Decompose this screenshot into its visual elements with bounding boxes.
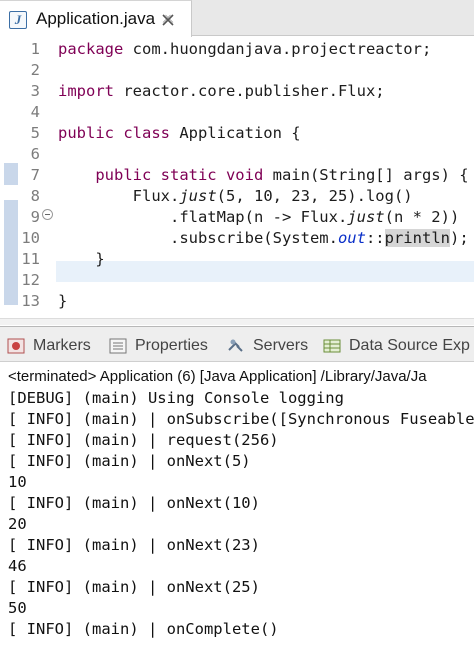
code-token: import (58, 82, 114, 100)
code-token: just (347, 208, 385, 226)
console-status-title: <terminated> Application (6) [Java Appli… (8, 368, 427, 385)
console-line: [ INFO] (main) | onSubscribe([Synchronou… (8, 410, 474, 428)
console-line: [ INFO] (main) | onNext(23) (8, 536, 260, 554)
line-number: 1 (30, 40, 40, 58)
code-line[interactable]: 2 (0, 60, 474, 81)
console-line: [DEBUG] (main) Using Console logging (8, 389, 344, 407)
code-text: public class Application { (58, 123, 301, 144)
close-icon[interactable] (160, 12, 176, 28)
line-number: 3 (30, 82, 40, 100)
code-text: .flatMap(n -> Flux.just(n * 2)) (58, 207, 459, 228)
line-number: 13 (21, 292, 40, 310)
tab-data-source-explorer[interactable]: Data Source Exp (322, 335, 470, 357)
code-token: :: (365, 229, 385, 247)
code-text: import reactor.core.publisher.Flux; (58, 81, 385, 102)
code-line[interactable]: 8 Flux.just(5, 10, 23, 25).log() (0, 186, 474, 207)
line-number: 5 (30, 124, 40, 142)
line-number: 10 (21, 229, 40, 247)
code-token: main(String[] args) { (263, 166, 469, 184)
line-number: 4 (30, 103, 40, 121)
code-token: ln (431, 229, 450, 247)
java-file-icon: J (9, 11, 27, 29)
code-text: public static void main(String[] args) { (58, 165, 469, 186)
tab-label: Properties (135, 337, 208, 354)
bottom-panel: Markers Properties Servers Data Source E… (0, 326, 474, 653)
code-area[interactable]: 1 package com.huongdanjava.projectreactor… (0, 36, 474, 318)
data-source-icon (323, 339, 341, 353)
code-line[interactable]: 11 } (0, 249, 474, 270)
code-token: ); (449, 229, 469, 247)
line-number: 2 (30, 61, 40, 79)
editor-tab-bar: J Application.java (0, 0, 474, 37)
code-text: .subscribe(System.out::println); (58, 228, 469, 249)
code-line[interactable]: 3 import reactor.core.publisher.Flux; (0, 81, 474, 102)
console-line: 10 (8, 473, 27, 491)
console-line: 46 (8, 557, 27, 575)
code-line[interactable]: 13} (0, 291, 474, 312)
console-line: [ INFO] (main) | onComplete() (8, 620, 279, 638)
console-line: 50 (8, 599, 27, 617)
code-token: public class (58, 124, 170, 142)
line-number: 12 (21, 271, 40, 289)
code-token: (n * 2)) (384, 208, 460, 226)
code-text: package com.huongdanjava.projectreactor; (58, 39, 431, 60)
editor-tab-label: Application.java (36, 9, 156, 28)
properties-icon (109, 338, 127, 354)
code-text: Flux.just(5, 10, 23, 25).log() (58, 186, 413, 207)
code-text: } (58, 291, 67, 312)
line-number: 6 (30, 145, 40, 163)
line-number: 7 (30, 166, 40, 184)
code-token: print (384, 229, 432, 247)
code-line[interactable]: 12 (0, 270, 474, 291)
console-output[interactable]: [DEBUG] (main) Using Console logging [ IN… (8, 388, 474, 640)
code-token: Application { (169, 124, 301, 142)
code-token: .flatMap(n -> Flux. (58, 208, 348, 226)
line-number: 11 (21, 250, 40, 268)
code-text: } (58, 249, 105, 270)
code-token: just (179, 187, 217, 205)
tab-markers[interactable]: Markers (6, 335, 91, 357)
code-token: com.huongdanjava.projectreactor; (123, 40, 432, 58)
panel-tab-bar: Markers Properties Servers Data Source E… (0, 327, 474, 362)
code-line[interactable]: 6 (0, 144, 474, 165)
code-line[interactable]: 9 .flatMap(n -> Flux.just(n * 2)) (0, 207, 474, 228)
line-number: 8 (30, 187, 40, 205)
editor-tab-application-java[interactable]: J Application.java (0, 0, 192, 37)
code-line[interactable]: 7 public static void main(String[] args)… (0, 165, 474, 186)
code-token: Flux. (58, 187, 180, 205)
code-line[interactable]: 10 .subscribe(System.out::println); (0, 228, 474, 249)
code-token: package (58, 40, 124, 58)
code-line[interactable]: 1 package com.huongdanjava.projectreactor… (0, 39, 474, 60)
tab-properties[interactable]: Properties (108, 335, 208, 357)
code-token: public static void (95, 166, 264, 184)
code-token: .subscribe(System. (58, 229, 338, 247)
console-line: [ INFO] (main) | onNext(10) (8, 494, 260, 512)
tab-servers[interactable]: Servers (226, 335, 308, 357)
code-token: (5, 10, 23, 25).log() (216, 187, 413, 205)
code-token: reactor.core.publisher.Flux; (114, 82, 385, 100)
editor-horizontal-scrollbar[interactable] (0, 318, 474, 325)
line-number: 9 (30, 208, 40, 226)
markers-icon (7, 338, 25, 354)
console-line: [ INFO] (main) | onNext(25) (8, 578, 260, 596)
code-editor[interactable]: J Application.java 1 package com.huongdan… (0, 0, 474, 325)
code-line[interactable]: 5 public class Application { (0, 123, 474, 144)
tab-label: Data Source Exp (349, 337, 470, 354)
code-line[interactable]: 4 (0, 102, 474, 123)
code-token: } (58, 292, 68, 310)
code-token: } (58, 250, 105, 268)
tab-label: Servers (253, 337, 309, 354)
code-token: out (337, 229, 366, 247)
servers-icon (228, 339, 243, 352)
console-line: [ INFO] (main) | onNext(5) (8, 452, 251, 470)
console-line: 20 (8, 515, 27, 533)
tab-label: Markers (33, 337, 91, 354)
console-line: [ INFO] (main) | request(256) (8, 431, 279, 449)
